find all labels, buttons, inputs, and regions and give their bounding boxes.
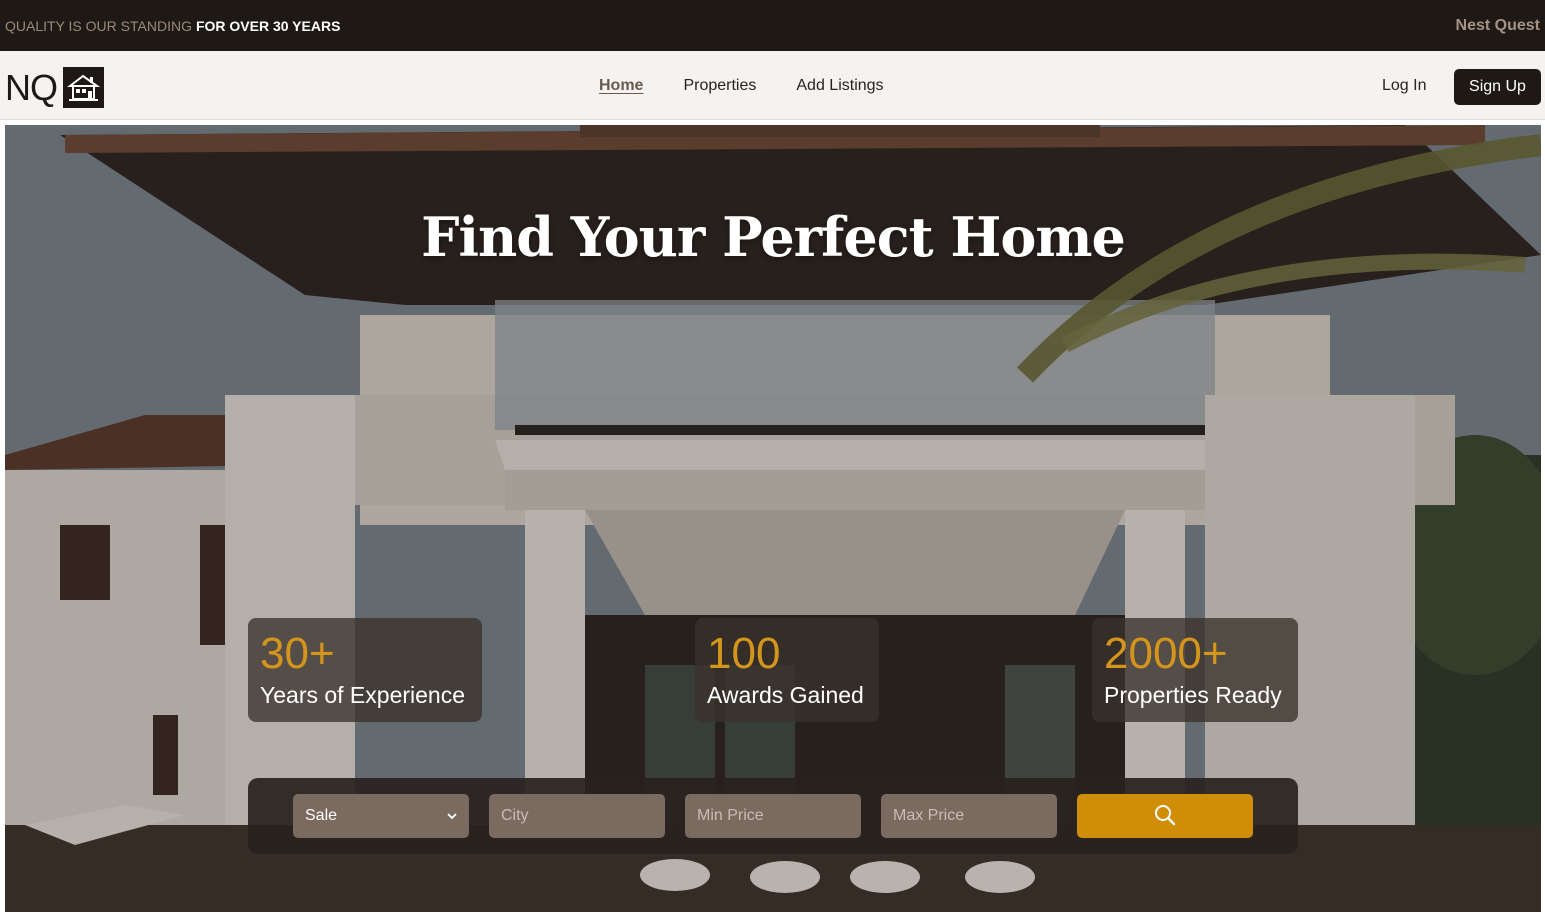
house-icon bbox=[63, 67, 104, 108]
stat-label: Years of Experience bbox=[260, 682, 466, 708]
stat-label: Properties Ready bbox=[1104, 682, 1282, 708]
logo[interactable]: NQ bbox=[5, 67, 104, 108]
brand-name: Nest Quest bbox=[1455, 16, 1540, 34]
stat-value: 30+ bbox=[260, 629, 335, 678]
city-input[interactable]: City bbox=[489, 794, 665, 838]
listing-type-value: Sale bbox=[305, 807, 338, 824]
listing-type-select[interactable]: Sale bbox=[293, 794, 469, 838]
search-panel: Sale City Min Price Max Price bbox=[248, 778, 1298, 854]
chevron-down-icon bbox=[447, 807, 457, 825]
stat-value: 100 bbox=[707, 629, 781, 678]
tagline-strong: FOR OVER 30 YEARS bbox=[195, 17, 341, 34]
nav-properties[interactable]: Properties bbox=[683, 77, 756, 95]
search-button[interactable] bbox=[1077, 794, 1253, 838]
hero-section: Find Your Perfect Home 30+ Years of Expe… bbox=[5, 125, 1541, 912]
nav-add-listings[interactable]: Add Listings bbox=[796, 77, 883, 95]
max-price-input[interactable]: Max Price bbox=[881, 794, 1057, 838]
search-icon bbox=[1154, 804, 1176, 829]
tagline: QUALITY IS OUR STANDING FOR OVER 30 YEARS bbox=[5, 18, 340, 34]
stat-awards: 100 Awards Gained bbox=[695, 618, 879, 722]
login-link[interactable]: Log In bbox=[1382, 77, 1426, 95]
navbar: NQ Home Properties Add Listings Log In S… bbox=[0, 51, 1545, 120]
stat-label: Awards Gained bbox=[707, 682, 864, 708]
logo-text: NQ bbox=[5, 66, 58, 108]
min-price-input[interactable]: Min Price bbox=[685, 794, 861, 838]
tagline-muted: QUALITY IS OUR STANDING bbox=[5, 17, 192, 34]
nav-home[interactable]: Home bbox=[599, 77, 643, 95]
stat-value: 2000+ bbox=[1104, 629, 1228, 678]
stat-experience: 30+ Years of Experience bbox=[248, 618, 482, 722]
stat-properties: 2000+ Properties Ready bbox=[1092, 618, 1298, 722]
hero-title: Find Your Perfect Home bbox=[421, 205, 1126, 269]
announcement-bar: QUALITY IS OUR STANDING FOR OVER 30 YEARS… bbox=[0, 0, 1545, 51]
signup-button[interactable]: Sign Up bbox=[1454, 69, 1541, 105]
nav-links: Home Properties Add Listings bbox=[599, 77, 884, 95]
